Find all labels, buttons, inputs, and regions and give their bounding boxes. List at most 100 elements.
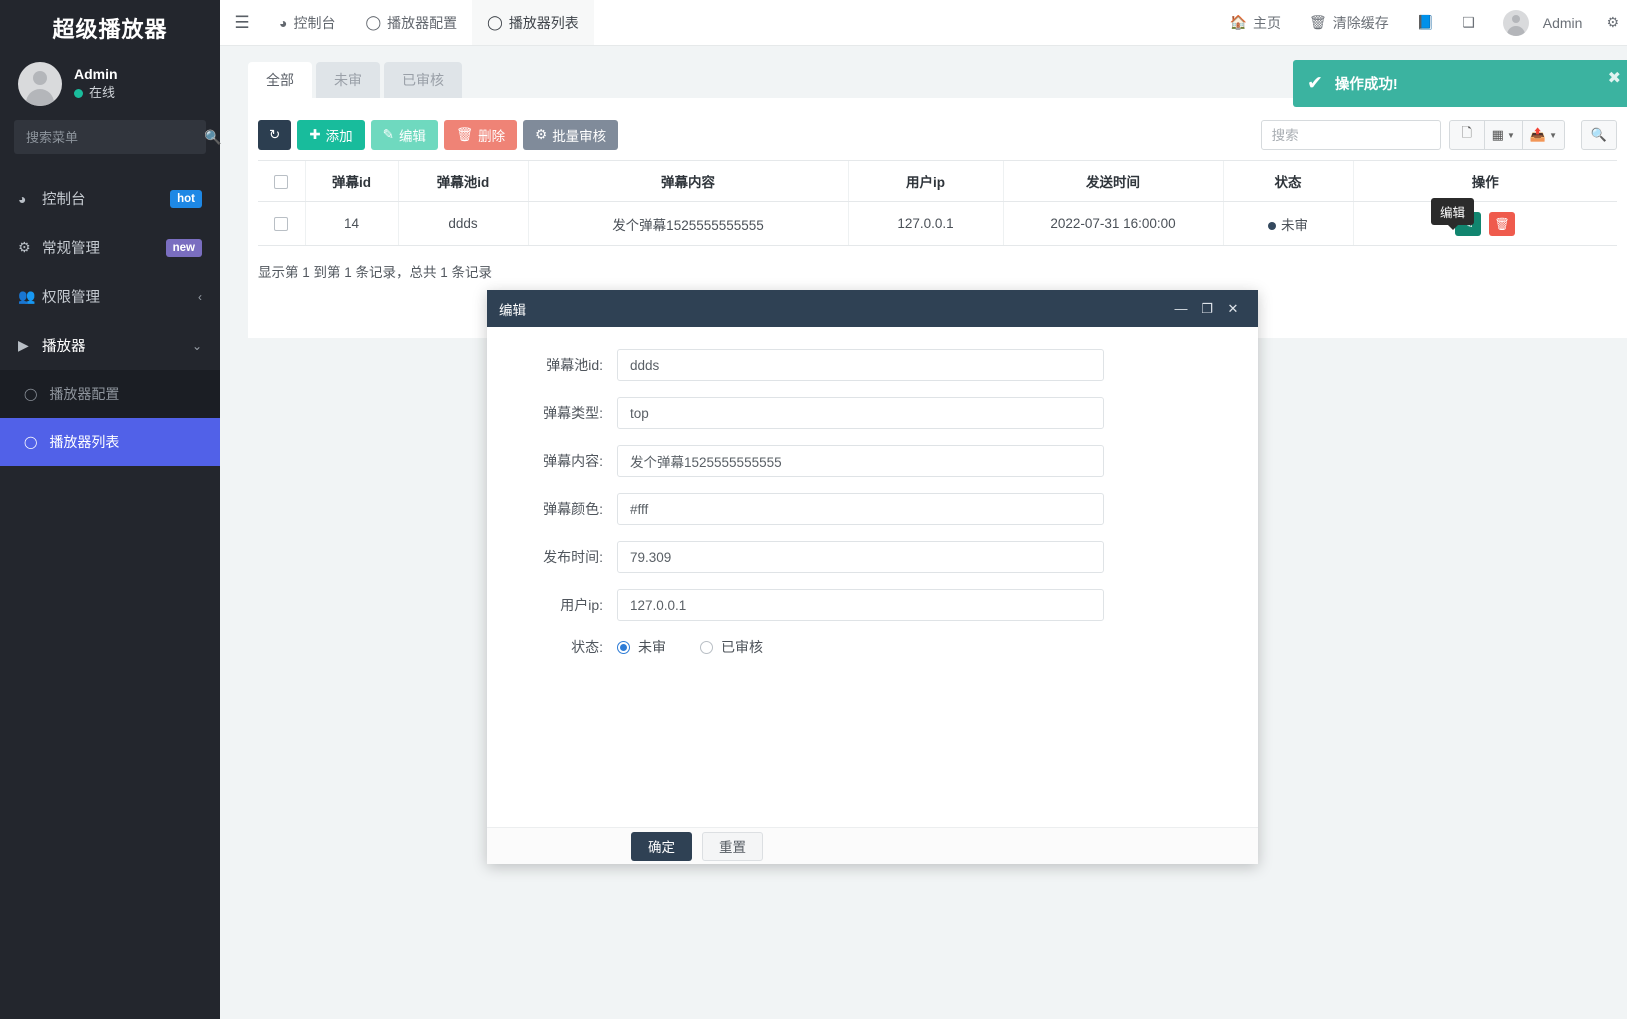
settings-button[interactable]: ⚙ (1596, 0, 1623, 46)
columns-icon[interactable]: ▦▼ (1484, 120, 1523, 150)
check-icon: ✔ (1307, 72, 1323, 95)
trash-icon: 🗑 (1495, 217, 1510, 231)
confirm-button[interactable]: 确定 (631, 832, 692, 861)
refresh-button[interactable]: ↻ (258, 120, 291, 150)
table-row[interactable]: 14 ddds 发个弹幕1525555555555 127.0.0.1 2022… (258, 202, 1617, 246)
danmaku-content-field[interactable] (617, 445, 1104, 477)
sidebar-item-general-management[interactable]: ⚙ 常规管理 new (0, 223, 220, 272)
tab-player-config[interactable]: ◯ 播放器配置 (350, 0, 472, 45)
field-label: 用户ip: (487, 595, 617, 615)
refresh-icon: ↻ (269, 127, 280, 143)
fullscreen-button[interactable]: ❑ (1448, 0, 1489, 46)
top-bar-right: 🏠 主页 🗑 清除缓存 📘 ❑ Admin ⚙ (1216, 0, 1627, 45)
minimize-icon[interactable]: — (1168, 301, 1194, 316)
field-label: 弹幕颜色: (487, 499, 617, 519)
grid-glyph: ▦ (1492, 127, 1504, 143)
cell-ip: 127.0.0.1 (848, 202, 1003, 246)
maximize-icon[interactable]: ❐ (1194, 301, 1220, 317)
field-row-pool-id: 弹幕池id: (487, 349, 1258, 381)
field-row-color: 弹幕颜色: (487, 493, 1258, 525)
gear-icon: ⚙ (535, 127, 547, 143)
danmaku-color-field[interactable] (617, 493, 1104, 525)
sidebar-item-permission-management[interactable]: 👥 权限管理 ‹ (0, 272, 220, 321)
select-all-checkbox[interactable] (274, 175, 288, 189)
radio-approved-label: 已审核 (721, 637, 763, 657)
menu-search-box[interactable]: 🔍 (14, 120, 206, 154)
column-header-sent-at[interactable]: 发送时间 (1003, 161, 1223, 202)
user-ip-field[interactable] (617, 589, 1104, 621)
sidebar-item-player[interactable]: ▶ 播放器 ⌄ (0, 321, 220, 370)
row-delete-button[interactable]: 🗑 (1489, 212, 1515, 236)
table-header-row: 弹幕id 弹幕池id 弹幕内容 用户ip 发送时间 状态 操作 (258, 161, 1617, 202)
top-bar: ☰ ◕ 控制台 ◯ 播放器配置 ◯ 播放器列表 🏠 主页 🗑 清除缓存 📘 ❑ … (220, 0, 1627, 46)
add-button[interactable]: ✚ 添加 (297, 120, 364, 150)
add-label: 添加 (326, 125, 353, 145)
close-icon[interactable]: ✖ (1608, 68, 1621, 88)
dialog-footer: 确定 重置 (487, 827, 1258, 864)
circle-icon: ◯ (24, 387, 37, 401)
column-header-content[interactable]: 弹幕内容 (528, 161, 848, 202)
dialog-body: 弹幕池id: 弹幕类型: 弹幕内容: 弹幕颜色: 发布时间: 用户ip: 状态: (487, 327, 1258, 827)
column-header-actions[interactable]: 操作 (1353, 161, 1617, 202)
filter-tab-pending[interactable]: 未审 (316, 62, 380, 98)
publish-time-field[interactable] (617, 541, 1104, 573)
radio-approved[interactable] (700, 641, 713, 654)
tab-label: 播放器列表 (509, 13, 579, 33)
user-menu-label: Admin (1543, 15, 1583, 31)
tab-dashboard[interactable]: ◕ 控制台 (264, 0, 350, 45)
toast-message: 操作成功! (1335, 73, 1398, 94)
danmaku-type-field[interactable] (617, 397, 1104, 429)
sidebar-item-label: 控制台 (42, 188, 170, 209)
sidebar-item-player-list[interactable]: ◯ 播放器列表 (0, 418, 220, 466)
filter-tab-approved[interactable]: 已审核 (384, 62, 462, 98)
sidebar-item-player-config[interactable]: ◯ 播放器配置 (0, 370, 220, 418)
table-search-input[interactable] (1261, 120, 1441, 150)
column-header-id[interactable]: 弹幕id (305, 161, 398, 202)
search-icon[interactable]: 🔍 (204, 129, 221, 146)
sidebar-item-label: 权限管理 (42, 286, 198, 307)
sidebar-username: Admin (74, 65, 118, 83)
fullscreen-icon: ❑ (1462, 14, 1475, 31)
dialog-header[interactable]: 编辑 — ❐ ✕ (487, 290, 1258, 327)
circle-icon: ◯ (487, 14, 503, 31)
docs-button[interactable]: 📘 (1403, 0, 1448, 46)
field-label: 弹幕池id: (487, 355, 617, 375)
cell-sent-at: 2022-07-31 16:00:00 (1003, 202, 1223, 246)
filter-tab-all[interactable]: 全部 (248, 62, 312, 98)
column-header-pool-id[interactable]: 弹幕池id (398, 161, 528, 202)
edit-button[interactable]: ✎ 编辑 (371, 120, 438, 150)
chevron-down-icon: ▼ (1507, 131, 1515, 140)
users-icon: 👥 (18, 288, 42, 305)
radio-pending[interactable] (617, 641, 630, 654)
home-button[interactable]: 🏠 主页 (1216, 0, 1295, 46)
clear-cache-button[interactable]: 🗑 清除缓存 (1295, 0, 1403, 46)
avatar (18, 62, 62, 106)
search-icon[interactable]: 🔍 (1581, 120, 1617, 150)
sidebar-sub-label: 播放器配置 (49, 384, 119, 404)
delete-button[interactable]: 🗑 删除 (444, 120, 517, 150)
column-header-status[interactable]: 状态 (1223, 161, 1353, 202)
pool-id-field[interactable] (617, 349, 1104, 381)
field-row-ip: 用户ip: (487, 589, 1258, 621)
user-menu[interactable]: Admin (1489, 0, 1597, 46)
select-all-header (258, 161, 305, 202)
hamburger-icon[interactable]: ☰ (220, 0, 264, 45)
menu-search-input[interactable] (24, 129, 204, 146)
column-header-ip[interactable]: 用户ip (848, 161, 1003, 202)
chevron-down-icon: ▼ (1549, 131, 1557, 140)
reset-button[interactable]: 重置 (702, 832, 763, 861)
delete-label: 删除 (478, 125, 505, 145)
cell-status: 未审 (1223, 202, 1353, 246)
sidebar-item-dashboard[interactable]: ◕ 控制台 hot (0, 174, 220, 223)
list-view-icon[interactable]: 🗋 (1449, 120, 1485, 150)
close-icon[interactable]: ✕ (1220, 301, 1246, 317)
success-toast: ✔ 操作成功! ✖ (1293, 60, 1627, 107)
dashboard-icon: ◕ (18, 191, 42, 207)
export-icon[interactable]: 📤▼ (1522, 120, 1565, 150)
tab-player-list[interactable]: ◯ 播放器列表 (472, 0, 594, 45)
row-checkbox[interactable] (274, 217, 288, 231)
status-label: 未审 (1281, 218, 1308, 233)
chevron-left-icon: ‹ (198, 290, 202, 304)
batch-review-button[interactable]: ⚙ 批量审核 (523, 120, 618, 150)
field-label: 弹幕内容: (487, 451, 617, 471)
